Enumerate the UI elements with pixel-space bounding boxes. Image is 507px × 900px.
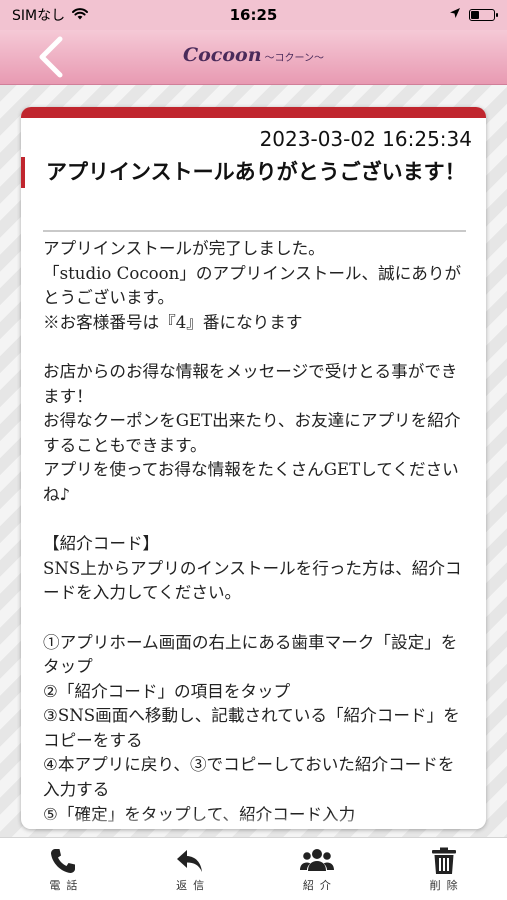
location-arrow-icon xyxy=(449,7,461,23)
carrier-label: SIMなし xyxy=(12,8,66,24)
users-icon xyxy=(299,846,335,876)
nav-bar: Cocoon ～コクーン～ xyxy=(0,30,507,85)
status-left: SIMなし xyxy=(12,5,89,25)
status-bar: SIMなし 16:25 xyxy=(0,0,507,30)
tab-invite[interactable]: 紹介 xyxy=(254,838,381,900)
tab-delete[interactable]: 削除 xyxy=(380,838,507,900)
message-date: 2023-03-02 16:25:34 xyxy=(259,127,472,151)
card-fade xyxy=(21,815,486,829)
battery-icon xyxy=(469,9,498,21)
tab-phone-label: 電話 xyxy=(49,878,84,892)
tab-delete-label: 削除 xyxy=(429,878,464,892)
wifi-icon xyxy=(71,7,89,24)
tab-bar: 電話 返信 紹介 削除 xyxy=(0,837,507,900)
message-body: アプリインストールが完了しました。 「studio Cocoon」のアプリインス… xyxy=(43,239,462,824)
phone-icon xyxy=(48,846,78,876)
message-title: アプリインストールありがとうございます！ xyxy=(21,157,473,188)
status-right xyxy=(449,7,498,23)
app-logo: Cocoon ～コクーン～ xyxy=(0,44,507,66)
tab-invite-label: 紹介 xyxy=(302,878,337,892)
battery-level xyxy=(471,11,480,19)
message-card: 2023-03-02 16:25:34 アプリインストールありがとうございます！… xyxy=(21,107,486,829)
tab-reply[interactable]: 返信 xyxy=(127,838,254,900)
trash-icon xyxy=(430,846,458,876)
title-divider xyxy=(43,230,466,232)
reply-icon xyxy=(174,846,206,876)
tab-reply-label: 返信 xyxy=(176,878,211,892)
logo-main: Cocoon xyxy=(182,44,262,66)
tab-phone[interactable]: 電話 xyxy=(0,838,127,900)
logo-sub: ～コクーン～ xyxy=(264,53,325,64)
card-accent-bar xyxy=(21,107,486,118)
